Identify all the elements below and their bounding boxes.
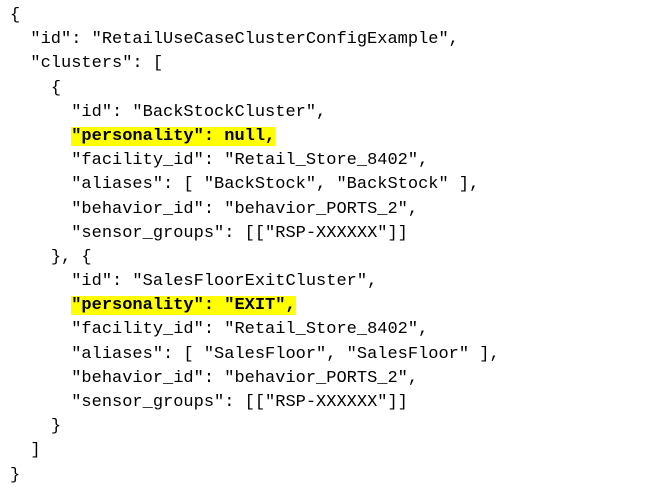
highlighted-text: "personality": null, xyxy=(71,126,276,146)
line-text: { xyxy=(50,78,62,98)
code-line: "facility_id": "Retail_Store_8402", xyxy=(10,318,657,342)
code-line: "clusters": [ xyxy=(10,52,657,76)
code-line: "behavior_id": "behavior_PORTS_2", xyxy=(10,367,657,391)
code-line: "behavior_id": "behavior_PORTS_2", xyxy=(10,198,657,222)
line-text: "aliases": [ "BackStock", "BackStock" ], xyxy=(71,175,480,195)
line-text: "id": "SalesFloorExitCluster", xyxy=(71,272,378,292)
code-line: "aliases": [ "SalesFloor", "SalesFloor" … xyxy=(10,343,657,367)
line-text: "id": "RetailUseCaseClusterConfigExample… xyxy=(30,30,459,50)
code-line: "facility_id": "Retail_Store_8402", xyxy=(10,149,657,173)
line-text: "facility_id": "Retail_Store_8402", xyxy=(71,320,429,340)
code-line: { xyxy=(10,77,657,101)
line-text: "behavior_id": "behavior_PORTS_2", xyxy=(71,368,419,388)
code-line: } xyxy=(10,415,657,439)
line-text: "clusters": [ xyxy=(30,54,164,74)
line-text: } xyxy=(50,417,62,437)
line-text: "aliases": [ "SalesFloor", "SalesFloor" … xyxy=(71,344,500,364)
highlighted-text: "personality": "EXIT", xyxy=(71,296,296,316)
code-line: } xyxy=(10,464,657,488)
line-text: "sensor_groups": [["RSP-XXXXXX"]] xyxy=(71,223,408,243)
line-text: "facility_id": "Retail_Store_8402", xyxy=(71,151,429,171)
code-line-highlighted: "personality": null, xyxy=(10,125,657,149)
code-line: ] xyxy=(10,439,657,463)
code-line: { xyxy=(10,4,657,28)
code-line-highlighted: "personality": "EXIT", xyxy=(10,294,657,318)
line-text: } xyxy=(10,465,21,485)
code-line: "id": "SalesFloorExitCluster", xyxy=(10,270,657,294)
code-line: }, { xyxy=(10,246,657,270)
line-text: "sensor_groups": [["RSP-XXXXXX"]] xyxy=(71,393,408,412)
line-text: "behavior_id": "behavior_PORTS_2", xyxy=(71,199,419,219)
code-line: "sensor_groups": [["RSP-XXXXXX"]] xyxy=(10,222,657,246)
code-line: "id": "BackStockCluster", xyxy=(10,101,657,125)
code-line: "sensor_groups": [["RSP-XXXXXX"]] xyxy=(10,391,657,415)
json-code-view: { "id": "RetailUseCaseClusterConfigExamp… xyxy=(0,0,657,493)
line-text: { xyxy=(10,6,21,25)
line-text: ] xyxy=(30,441,41,461)
line-text: }, { xyxy=(50,247,92,267)
code-line: "aliases": [ "BackStock", "BackStock" ], xyxy=(10,173,657,197)
code-line: "id": "RetailUseCaseClusterConfigExample… xyxy=(10,28,657,52)
line-text: "id": "BackStockCluster", xyxy=(71,102,327,122)
